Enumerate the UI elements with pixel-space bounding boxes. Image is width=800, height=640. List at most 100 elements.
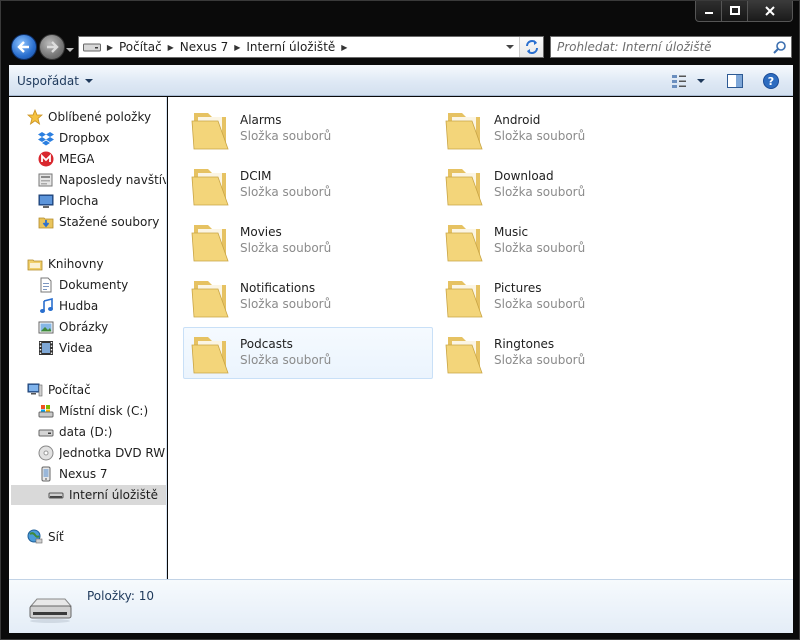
desktop-icon (38, 193, 54, 209)
search-input[interactable] (551, 38, 769, 56)
drive-icon (38, 424, 54, 440)
folder-name: DCIM (240, 169, 272, 183)
minimize-icon (704, 12, 713, 14)
folder-item[interactable]: DCIM Složka souborů (183, 159, 433, 211)
maximize-button[interactable] (722, 1, 748, 22)
organize-menu-button[interactable]: Uspořádat (17, 72, 93, 90)
file-list: Alarms Složka souborů Android Složka sou… (168, 97, 793, 579)
refresh-icon (525, 40, 538, 54)
breadcrumb-arrow-icon[interactable]: ▶ (339, 37, 349, 57)
folder-icon (445, 169, 483, 206)
nav-item-dvd-drive[interactable]: Jednotka DVD RW (E:) (38, 443, 166, 463)
recent-pages-dropdown[interactable] (66, 43, 74, 52)
arrow-right-icon (47, 41, 59, 53)
folder-name: Android (494, 113, 541, 127)
nav-item-downloads[interactable]: Stažené soubory (38, 212, 166, 232)
folder-icon (191, 337, 229, 374)
explorer-window: ▶ Počítač ▶ Nexus 7 ▶ Interní úložiště ▶… (0, 0, 800, 640)
nav-item-desktop[interactable]: Plocha (38, 191, 166, 211)
folder-icon (191, 113, 229, 150)
nav-item-music[interactable]: Hudba (38, 296, 166, 316)
minimize-button[interactable] (695, 1, 722, 22)
back-button[interactable] (11, 34, 37, 60)
folder-item[interactable]: Download Složka souborů (437, 159, 687, 211)
forward-button[interactable] (39, 34, 65, 60)
folder-icon (191, 225, 229, 262)
folder-name: Ringtones (494, 337, 555, 351)
nav-item-mega[interactable]: MEGA (38, 149, 166, 169)
libraries-icon (27, 256, 43, 272)
folder-item-selected[interactable]: Podcasts Složka souborů (183, 327, 433, 379)
preview-pane-button[interactable] (725, 71, 745, 91)
address-bar[interactable]: ▶ Počítač ▶ Nexus 7 ▶ Interní úložiště ▶ (78, 36, 544, 58)
folder-type: Složka souborů (240, 297, 332, 311)
arrow-left-icon (17, 41, 29, 53)
folder-item[interactable]: Alarms Složka souborů (183, 103, 433, 155)
nav-item-pictures[interactable]: Obrázky (38, 317, 166, 337)
help-button[interactable]: ? (761, 71, 781, 91)
nav-item-internal-storage[interactable]: Interní úložiště (11, 485, 166, 505)
address-history-dropdown[interactable] (501, 37, 519, 57)
folder-name: Music (494, 225, 529, 239)
folder-icon (445, 337, 483, 374)
nav-favorites[interactable]: Oblíbené položky (27, 107, 166, 127)
view-options-icon (672, 75, 686, 88)
folder-type: Složka souborů (240, 241, 332, 255)
folder-type: Složka souborů (494, 353, 586, 367)
folder-item[interactable]: Android Složka souborů (437, 103, 687, 155)
nav-libraries[interactable]: Knihovny (27, 254, 166, 274)
folder-name: Notifications (240, 281, 316, 295)
breadcrumb-arrow-icon[interactable]: ▶ (166, 37, 176, 57)
nav-item-documents[interactable]: Dokumenty (38, 275, 166, 295)
folder-item[interactable]: Pictures Složka souborů (437, 271, 687, 323)
item-count-label: Položky: 10 (87, 589, 155, 603)
folder-icon (191, 169, 229, 206)
chevron-down-icon (66, 48, 74, 52)
breadcrumb-arrow-icon[interactable]: ▶ (232, 37, 242, 57)
command-bar: Uspořádat ? (9, 65, 793, 96)
refresh-button[interactable] (519, 37, 543, 57)
folder-type: Složka souborů (240, 353, 332, 367)
svg-text:?: ? (768, 75, 774, 88)
breadcrumb-internal-storage[interactable]: Interní úložiště (242, 37, 339, 57)
dvd-drive-icon (38, 445, 54, 461)
nav-item-data-d[interactable]: data (D:) (38, 422, 166, 442)
videos-icon (38, 340, 54, 356)
folder-item[interactable]: Movies Složka souborů (183, 215, 433, 267)
nav-item-videos[interactable]: Videa (38, 338, 166, 358)
help-icon: ? (763, 73, 779, 89)
folder-type: Složka souborů (494, 297, 586, 311)
search-box[interactable] (550, 36, 792, 58)
folder-icon (445, 225, 483, 262)
nav-item-recent-places[interactable]: Naposledy navštívené (38, 170, 166, 190)
search-icon[interactable] (769, 40, 791, 54)
folder-item[interactable]: Ringtones Složka souborů (437, 327, 687, 379)
folder-type: Složka souborů (494, 185, 586, 199)
chevron-down-icon[interactable] (697, 79, 705, 83)
breadcrumb-computer[interactable]: Počítač (115, 37, 166, 57)
mega-icon (38, 151, 54, 167)
close-icon (765, 6, 775, 16)
folder-item[interactable]: Music Složka souborů (437, 215, 687, 267)
details-pane: Položky: 10 (9, 579, 793, 633)
breadcrumb-arrow-icon[interactable]: ▶ (105, 37, 115, 57)
downloads-folder-icon (38, 214, 54, 230)
close-button[interactable] (748, 1, 793, 22)
maximize-icon (729, 6, 740, 15)
dropbox-icon (38, 130, 54, 146)
preview-pane-icon (727, 74, 743, 88)
change-view-button[interactable] (671, 71, 709, 91)
music-icon (38, 298, 54, 314)
nav-item-local-disk-c[interactable]: Místní disk (C:) (38, 401, 166, 421)
breadcrumb-nexus7[interactable]: Nexus 7 (176, 37, 233, 57)
nav-item-nexus7[interactable]: Nexus 7 (38, 464, 166, 484)
storage-drive-icon (48, 487, 64, 503)
folder-item[interactable]: Notifications Složka souborů (183, 271, 433, 323)
address-drive-icon (79, 37, 105, 57)
pictures-icon (38, 319, 54, 335)
portable-device-icon (38, 466, 54, 482)
folder-type: Složka souborů (494, 241, 586, 255)
nav-computer[interactable]: Počítač (27, 380, 166, 400)
nav-item-dropbox[interactable]: Dropbox (38, 128, 166, 148)
nav-network[interactable]: Síť (27, 527, 166, 547)
